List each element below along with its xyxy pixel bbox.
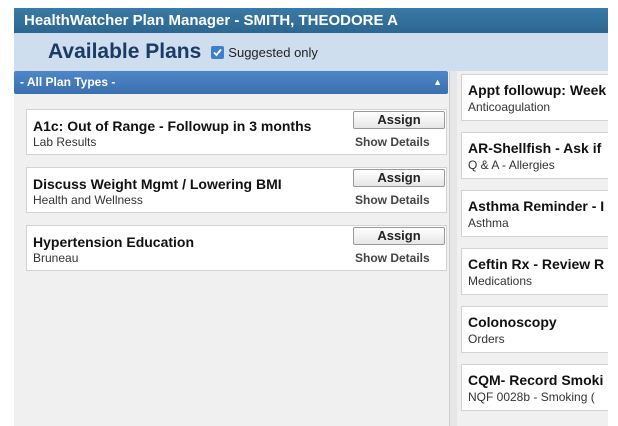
plan-category: Lab Results [33,135,97,149]
plan-name: AR-Shellfish - Ask if [468,140,602,156]
plan-category: Orders [468,332,505,346]
checkmark-icon [213,48,222,56]
assign-button[interactable]: Assign [353,111,445,129]
assign-button[interactable]: Assign [353,227,445,245]
plan-category: Health and Wellness [33,193,143,207]
select-updown-icon: ▲ [433,77,442,87]
plan-category: Bruneau [33,251,79,265]
plan-category: Q & A - Allergies [468,158,555,172]
plan-name: Ceftin Rx - Review R [468,256,605,272]
plan-card: Discuss Weight Mgmt / Lowering BMI Healt… [26,167,447,213]
all-plans-panel: Appt followup: Week Anticoagulation AR-S… [457,71,608,426]
plan-name: Hypertension Education [33,234,195,250]
plan-type-select-value: - All Plan Types - [20,75,116,89]
show-details-link[interactable]: Show Details [355,251,430,265]
panel-divider[interactable] [449,71,457,426]
assign-button[interactable]: Assign [353,169,445,187]
show-details-link[interactable]: Show Details [355,193,430,207]
suggested-only-label[interactable]: Suggested only [228,45,318,60]
suggested-only-checkbox[interactable] [211,45,225,59]
plan-category: Asthma [468,216,509,230]
plan-card[interactable]: Ceftin Rx - Review R Medications [461,248,608,295]
plan-name: A1c: Out of Range - Followup in 3 months [33,118,312,134]
plans-header: Available Plans Suggested only [14,33,608,71]
page-title: Available Plans [48,40,202,63]
plan-category: Anticoagulation [468,100,551,114]
plan-category: NQF 0028b - Smoking ( [468,390,595,404]
plan-name: CQM- Record Smoki [468,372,604,388]
plan-card[interactable]: CQM- Record Smoki NQF 0028b - Smoking ( [461,364,608,411]
plan-card[interactable]: Colonoscopy Orders [461,306,608,353]
plan-type-select[interactable]: - All Plan Types - ▲ [14,71,448,94]
plan-card: Hypertension Education Bruneau Assign Sh… [26,225,447,271]
show-details-link[interactable]: Show Details [355,135,430,149]
plan-name: Appt followup: Week [468,82,607,98]
plan-name: Discuss Weight Mgmt / Lowering BMI [33,176,282,192]
available-plans-panel: - All Plan Types - ▲ A1c: Out of Range -… [14,71,449,426]
window-title: HealthWatcher Plan Manager - SMITH, THEO… [14,8,608,33]
plan-card[interactable]: Appt followup: Week Anticoagulation [461,74,608,121]
plan-card[interactable]: Asthma Reminder - I Asthma [461,190,608,237]
plan-name: Colonoscopy [468,314,557,330]
plan-card: A1c: Out of Range - Followup in 3 months… [26,109,447,155]
plan-name: Asthma Reminder - I [468,198,605,214]
plan-card[interactable]: AR-Shellfish - Ask if Q & A - Allergies [461,132,608,179]
plan-category: Medications [468,274,533,288]
